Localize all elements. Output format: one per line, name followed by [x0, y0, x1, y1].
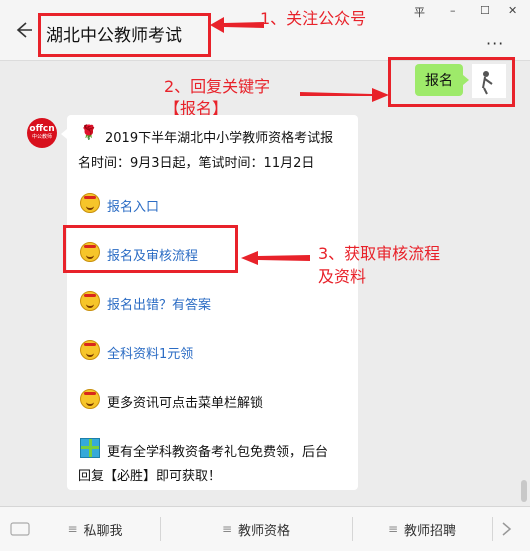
- menu-divider: [492, 517, 493, 541]
- gift-text-line1: 更有全学科教资备考礼包免费领，后台: [107, 445, 329, 460]
- annotation-arrow-2: [300, 88, 389, 102]
- close-button[interactable]: ✕: [508, 4, 517, 17]
- bot-reply-card: 🌹 2019下半年湖北中小学教师资格考试报 名时间：9月3日起，笔试时间：11月…: [61, 115, 358, 490]
- menu-item-teacher-recruitment[interactable]: ≡ 教师招聘: [352, 507, 492, 551]
- more-options-icon[interactable]: ···: [486, 34, 504, 53]
- menu-item-label: 教师招聘: [404, 523, 457, 539]
- user-message-bubble: 报名: [415, 64, 469, 96]
- annotation-arrow-1: [210, 17, 264, 33]
- avatar-sub-text: 中公教师: [31, 134, 52, 140]
- menu-icon: ≡: [67, 522, 78, 536]
- gift-icon: [80, 438, 100, 458]
- chevron-right-icon[interactable]: [500, 521, 514, 537]
- menu-item-teacher-qualification[interactable]: ≡ 教师资格: [160, 507, 352, 551]
- pin-icon[interactable]: 平: [414, 4, 425, 20]
- user-avatar[interactable]: [472, 64, 506, 98]
- emoji-icon: [80, 340, 100, 360]
- menu-item-label: 私聊我: [83, 523, 123, 539]
- menu-icon: ≡: [387, 522, 399, 536]
- emoji-icon: [80, 193, 100, 213]
- user-avatar-icon: [482, 71, 493, 95]
- dates-text: 名时间：9月3日起，笔试时间：11月2日: [78, 156, 315, 171]
- menu-icon: ≡: [221, 522, 233, 536]
- link-registration-entry[interactable]: 报名入口: [107, 196, 159, 215]
- link-materials[interactable]: 全科资料1元领: [107, 343, 193, 362]
- bottom-menu-bar: ≡ 私聊我 ≡ 教师资格 ≡ 教师招聘: [0, 506, 530, 551]
- menu-item-label: 教师资格: [238, 523, 291, 539]
- user-message-text: 报名: [425, 73, 453, 89]
- avatar-logo-text: offcn: [29, 124, 55, 134]
- emoji-icon: [80, 291, 100, 311]
- gift-text-line2: 回复【必胜】即可获取！: [78, 469, 222, 484]
- annotation-step2-line1: 2、回复关键字: [164, 77, 271, 96]
- flower-icon: 🌹: [80, 125, 98, 141]
- back-arrow-icon[interactable]: [14, 20, 34, 40]
- maximize-button[interactable]: ☐: [480, 4, 490, 17]
- process-link-highlight-box: [63, 225, 238, 273]
- official-account-avatar[interactable]: offcn 中公教师: [27, 118, 57, 148]
- title-highlight-box: [38, 13, 211, 57]
- keyboard-icon[interactable]: [10, 519, 30, 539]
- annotation-step3-line1: 3、获取审核流程: [318, 244, 441, 263]
- annotation-step1: 1、关注公众号: [260, 9, 367, 28]
- annotation-step3-line2: 及资料: [318, 267, 367, 286]
- scrollbar-thumb[interactable]: [521, 480, 527, 502]
- annotation-arrow-3: [241, 251, 310, 265]
- minimize-button[interactable]: –: [450, 4, 456, 17]
- emoji-icon: [80, 389, 100, 409]
- unlock-menu-text: 更多资讯可点击菜单栏解锁: [107, 396, 264, 411]
- menu-item-private-chat[interactable]: ≡ 私聊我: [30, 507, 160, 551]
- headline-text: 2019下半年湖北中小学教师资格考试报: [105, 131, 334, 146]
- link-registration-errors[interactable]: 报名出错？有答案: [107, 294, 211, 313]
